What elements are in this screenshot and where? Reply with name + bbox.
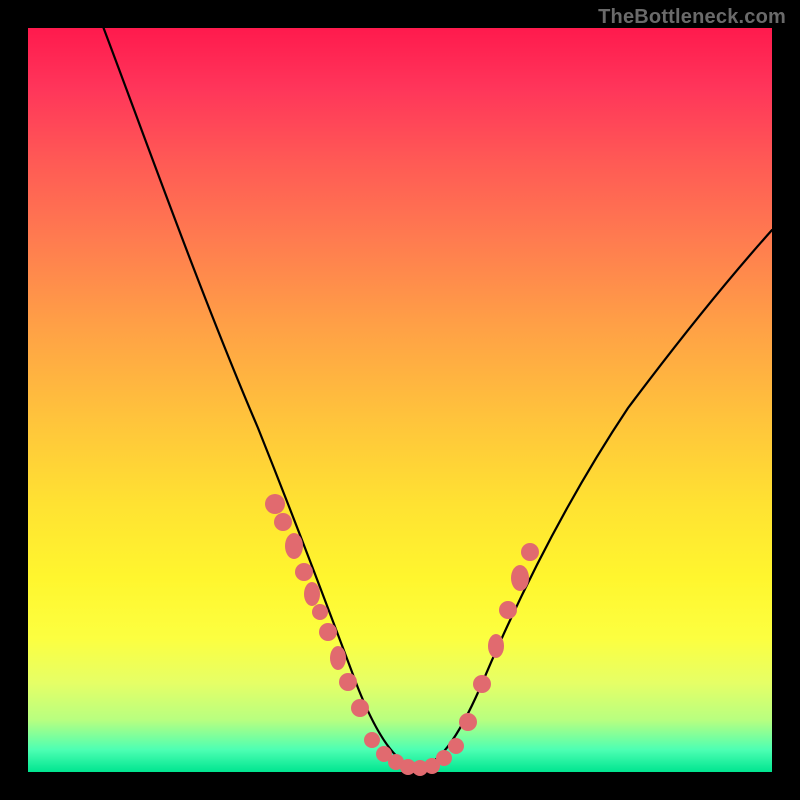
plot-area [28,28,772,772]
marker-dot [499,601,517,619]
marker-dot [511,565,529,591]
marker-dot [304,582,320,606]
marker-dot [330,646,346,670]
marker-dot [364,732,380,748]
bottleneck-curve-path [96,8,772,768]
marker-dot [488,634,504,658]
marker-dot [295,563,313,581]
marker-dot [521,543,539,561]
marker-dot [285,533,303,559]
marker-dot [274,513,292,531]
marker-dot [448,738,464,754]
marker-dot [351,699,369,717]
bottleneck-curve-svg [28,28,772,772]
marker-dot [319,623,337,641]
marker-dot [339,673,357,691]
chart-frame: TheBottleneck.com [0,0,800,800]
watermark-text: TheBottleneck.com [598,6,786,29]
marker-dot [312,604,328,620]
marker-dot [459,713,477,731]
marker-dot [473,675,491,693]
marker-dot [265,494,285,514]
marker-dot [436,750,452,766]
